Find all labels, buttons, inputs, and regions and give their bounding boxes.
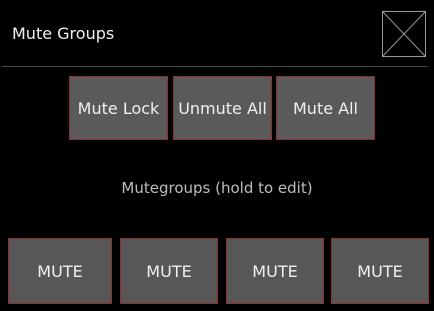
mute-all-label: Mute All [293, 98, 358, 118]
mute-group-label: MUTE [37, 261, 83, 281]
close-button[interactable] [382, 11, 426, 57]
mute-all-button[interactable]: Mute All [276, 76, 375, 140]
mute-group-button-4[interactable]: MUTE [331, 238, 429, 304]
title-bar: Mute Groups [2, 7, 428, 67]
mute-group-button-3[interactable]: MUTE [226, 238, 324, 304]
dialog-title: Mute Groups [12, 24, 115, 43]
close-x-icon [383, 12, 425, 56]
mute-lock-label: Mute Lock [77, 98, 160, 118]
mute-group-label: MUTE [357, 261, 403, 281]
mute-groups-dialog: Mute Groups Mute Lock Unmute All Mute Al… [0, 0, 434, 311]
unmute-all-button[interactable]: Unmute All [173, 76, 272, 140]
mute-group-button-1[interactable]: MUTE [8, 238, 112, 304]
mute-group-label: MUTE [252, 261, 298, 281]
unmute-all-label: Unmute All [178, 98, 267, 118]
mute-group-label: MUTE [146, 261, 192, 281]
mute-lock-button[interactable]: Mute Lock [69, 76, 168, 140]
mutegroups-caption: Mutegroups (hold to edit) [121, 179, 313, 197]
mute-group-button-2[interactable]: MUTE [120, 238, 218, 304]
